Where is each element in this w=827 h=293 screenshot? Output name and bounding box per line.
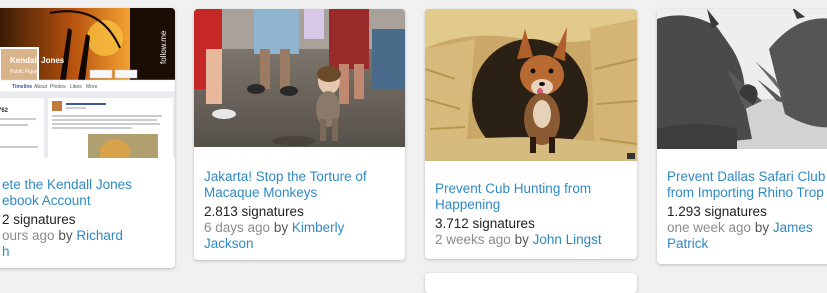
by-label: by: [58, 228, 73, 243]
petition-meta: one week ago by James Patrick: [667, 220, 827, 252]
petition-card[interactable]: Prevent Cub Hunting from Happening 3.712…: [425, 9, 637, 259]
monkey-photo: [194, 9, 405, 147]
petition-meta: 6 days ago by Kimberly Jackson: [204, 220, 397, 252]
rhino-photo: [657, 9, 827, 149]
petition-thumbnail[interactable]: Kendall Jones Public Figure follow.me Ti…: [0, 8, 175, 158]
petition-meta: ours ago by Richard h: [2, 228, 167, 260]
tab-more: More: [86, 84, 98, 90]
signature-count: 3.712 signatures: [435, 216, 535, 231]
fox-cub-photo: [425, 9, 637, 161]
side-text: follow.me: [159, 30, 168, 64]
petition-card[interactable]: Kendall Jones Public Figure follow.me Ti…: [0, 8, 175, 268]
petition-meta: 2 weeks ago by John Lingst: [435, 232, 629, 248]
petition-title[interactable]: ete the Kendall Jones ebook Account: [2, 177, 167, 209]
petition-card-partial[interactable]: [425, 273, 637, 293]
profile-name: Kendall Jones: [10, 56, 65, 65]
petition-card[interactable]: Prevent Dallas Safari Club from Importin…: [657, 9, 827, 264]
likes-count: 762: [0, 108, 9, 114]
tab-about: About: [34, 84, 48, 90]
by-label: by: [273, 220, 289, 235]
petition-title[interactable]: Jakarta! Stop the Torture of Macaque Mon…: [204, 169, 397, 201]
tab-timeline: Timeline: [12, 84, 32, 90]
time-ago: 6 days ago: [204, 220, 271, 235]
petition-thumbnail[interactable]: [194, 9, 405, 147]
petition-title[interactable]: Prevent Cub Hunting from Happening: [435, 181, 629, 213]
author-link[interactable]: John Lingst: [533, 232, 602, 247]
petition-card[interactable]: Jakarta! Stop the Torture of Macaque Mon…: [194, 9, 405, 260]
time-ago: one week ago: [667, 220, 752, 235]
time-ago: ours ago: [2, 228, 55, 243]
facebook-page-screenshot: Kendall Jones Public Figure follow.me Ti…: [0, 8, 175, 158]
by-label: by: [754, 220, 770, 235]
petition-thumbnail[interactable]: [425, 9, 637, 161]
time-ago: 2 weeks ago: [435, 232, 511, 247]
signature-count: 2 signatures: [2, 212, 76, 227]
signature-count: 1.293 signatures: [667, 204, 767, 219]
profile-type: Public Figure: [10, 69, 39, 75]
tab-photos: Photos: [50, 84, 66, 90]
tab-likes: Likes: [70, 84, 82, 90]
signature-count: 2.813 signatures: [204, 204, 304, 219]
petition-title[interactable]: Prevent Dallas Safari Club from Importin…: [667, 169, 827, 201]
petition-thumbnail[interactable]: [657, 9, 827, 149]
by-label: by: [514, 232, 529, 247]
